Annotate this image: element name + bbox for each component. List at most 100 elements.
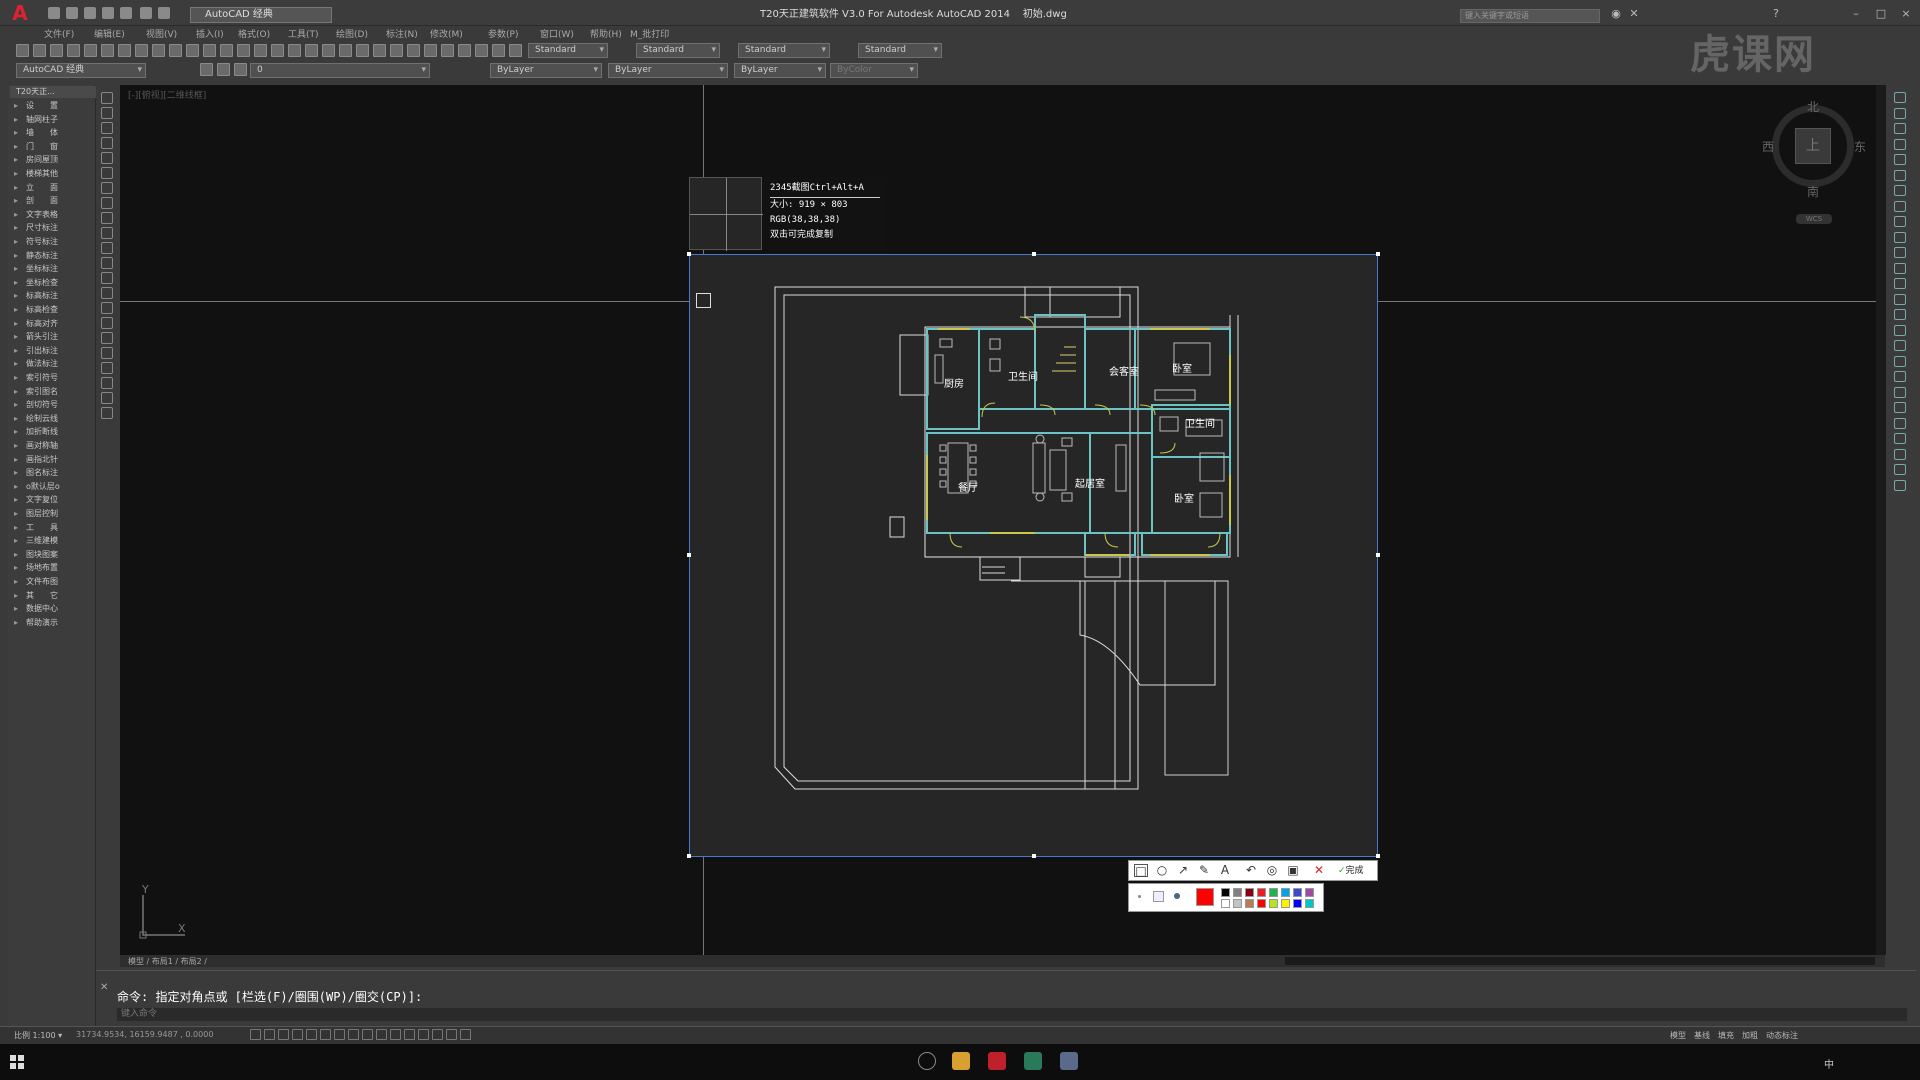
menu-panel-item[interactable]: 图层控制	[14, 508, 58, 520]
viewcube-top-face[interactable]: 上	[1795, 128, 1831, 164]
menu-panel-item[interactable]: 画指北针	[14, 454, 58, 466]
toolbar-button-icon[interactable]	[492, 44, 505, 57]
lineweight-combo[interactable]: ByLayer	[734, 63, 826, 78]
menu-panel-item[interactable]: 索引符号	[14, 372, 58, 384]
modify-tool-icon[interactable]	[1894, 355, 1906, 367]
draw-tool-icon[interactable]	[101, 257, 113, 269]
draw-tool-icon[interactable]	[101, 227, 113, 239]
modify-tool-icon[interactable]	[1894, 402, 1906, 413]
draw-tool-icon[interactable]	[101, 182, 113, 194]
menu-panel-item[interactable]: 符号标注	[14, 236, 58, 248]
toolbar-button-icon[interactable]	[203, 44, 216, 57]
color-swatch[interactable]	[1233, 899, 1242, 908]
mosaic-tool-icon[interactable]: ◎	[1265, 864, 1279, 877]
draw-tool-icon[interactable]	[101, 92, 113, 104]
size-small-icon[interactable]	[1138, 895, 1141, 898]
modify-tool-icon[interactable]	[1894, 371, 1906, 382]
color-swatch[interactable]	[1305, 899, 1314, 908]
color-swatch[interactable]	[1293, 888, 1302, 897]
menu-panel-item[interactable]: 索引图名	[14, 386, 58, 398]
draw-tool-icon[interactable]	[101, 197, 113, 209]
toolbar-button-icon[interactable]	[101, 44, 114, 57]
modify-tool-icon[interactable]	[1894, 138, 1906, 150]
toolbar-button-icon[interactable]	[373, 44, 386, 57]
command-input[interactable]: 键入命令	[117, 1008, 1907, 1021]
print-icon[interactable]	[120, 7, 132, 19]
scale-selector[interactable]: 比例 1:100 ▾	[14, 1030, 62, 1041]
color-swatch[interactable]	[1257, 888, 1266, 897]
toolbar-button-icon[interactable]	[84, 44, 97, 57]
status-toggle-icon[interactable]	[390, 1029, 401, 1040]
modify-tool-icon[interactable]	[1894, 433, 1906, 444]
close-command-icon[interactable]: ✕	[100, 982, 108, 993]
status-toggle-icon[interactable]	[460, 1029, 471, 1040]
menu-panel-item[interactable]: 文字复位	[14, 494, 58, 506]
menu-panel-item[interactable]: 门 窗	[14, 141, 58, 153]
toolbar-button-icon[interactable]	[390, 44, 403, 57]
dim-style-combo[interactable]: Standard	[636, 43, 720, 58]
taskbar-app-icon[interactable]	[918, 1052, 936, 1070]
status-toggle-icon[interactable]	[306, 1029, 317, 1040]
modify-tool-icon[interactable]	[1894, 324, 1906, 336]
status-toggle-icon[interactable]	[446, 1029, 457, 1040]
save-tool-icon[interactable]: ▣	[1286, 864, 1300, 877]
draw-tool-icon[interactable]	[101, 242, 113, 254]
ime-indicator[interactable]: 中	[1824, 1056, 1834, 1071]
autocad-logo-icon[interactable]: A	[6, 2, 34, 24]
menu-panel-item[interactable]: 图名标注	[14, 467, 58, 479]
menu-panel-item[interactable]: 图块图案	[14, 549, 58, 561]
status-toggle-icon[interactable]	[432, 1029, 443, 1040]
color-swatch[interactable]	[1305, 888, 1314, 897]
status-toggle-icon[interactable]	[348, 1029, 359, 1040]
color-swatch[interactable]	[1245, 888, 1254, 897]
selection-handle-b[interactable]	[1032, 854, 1036, 858]
toolbar-button-icon[interactable]	[234, 63, 247, 76]
linetype-combo[interactable]: ByLayer	[608, 63, 728, 78]
color-swatch[interactable]	[1269, 888, 1278, 897]
modify-tool-icon[interactable]	[1894, 185, 1906, 196]
selection-handle-tr[interactable]	[1376, 252, 1380, 256]
color-swatch[interactable]	[1281, 888, 1290, 897]
modify-tool-icon[interactable]	[1894, 123, 1906, 134]
arrow-tool-icon[interactable]: ↗	[1176, 864, 1190, 877]
menu-panel-item[interactable]: 剖 面	[14, 195, 58, 207]
draw-tool-icon[interactable]	[101, 377, 113, 389]
color-swatch[interactable]	[1233, 888, 1242, 897]
toolbar-button-icon[interactable]	[441, 44, 454, 57]
horizontal-scrollbar[interactable]	[1285, 957, 1875, 965]
undo-icon[interactable]	[140, 7, 152, 19]
size-large-icon[interactable]	[1174, 893, 1180, 899]
draw-tool-icon[interactable]	[101, 167, 113, 179]
menu-panel-item[interactable]: 设 置	[14, 100, 58, 112]
menu-panel-item[interactable]: 帮助演示	[14, 617, 58, 629]
menu-panel-item[interactable]: 箭头引注	[14, 331, 58, 343]
color-swatch[interactable]	[1293, 899, 1302, 908]
selection-handle-t[interactable]	[1032, 252, 1036, 256]
modify-tool-icon[interactable]	[1894, 262, 1906, 274]
menu-panel-item[interactable]: 文字表格	[14, 209, 58, 221]
draw-tool-icon[interactable]	[101, 107, 113, 119]
menu-panel-item[interactable]: 标高对齐	[14, 318, 58, 330]
status-right-item[interactable]: 模型	[1670, 1030, 1686, 1041]
status-toggle-icon[interactable]	[418, 1029, 429, 1040]
color-swatch[interactable]	[1257, 899, 1266, 908]
text-style-combo[interactable]: Standard	[528, 43, 608, 58]
color-swatch[interactable]	[1221, 899, 1230, 908]
menu-item[interactable]: 修改(M)	[430, 27, 463, 40]
menu-item[interactable]: 参数(P)	[488, 27, 518, 40]
selection-handle-r[interactable]	[1376, 553, 1380, 557]
draw-tool-icon[interactable]	[101, 122, 113, 134]
color-swatch[interactable]	[1281, 899, 1290, 908]
toolbar-button-icon[interactable]	[254, 44, 267, 57]
menu-panel-item[interactable]: 坐标检查	[14, 277, 58, 289]
taskbar-tool-icon[interactable]	[1024, 1052, 1042, 1070]
status-right-item[interactable]: 动态标注	[1766, 1030, 1798, 1041]
menu-panel-item[interactable]: 引出标注	[14, 345, 58, 357]
draw-tool-icon[interactable]	[101, 392, 113, 404]
draw-tool-icon[interactable]	[101, 287, 113, 299]
menu-panel-item[interactable]: 数据中心	[14, 603, 58, 615]
menu-panel-item[interactable]: 轴网柱子	[14, 114, 58, 126]
new-file-icon[interactable]	[48, 7, 60, 19]
draw-tool-icon[interactable]	[101, 137, 113, 149]
menu-item[interactable]: 编辑(E)	[94, 27, 125, 40]
